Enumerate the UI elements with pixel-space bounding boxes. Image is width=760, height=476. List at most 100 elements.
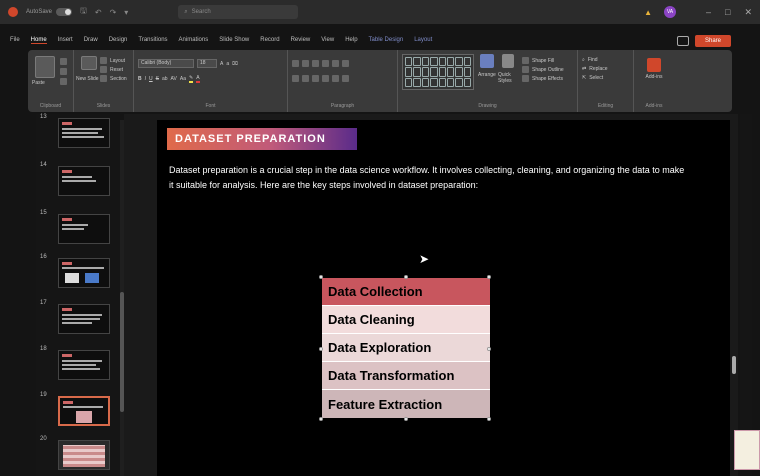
line-spacing-icon[interactable] xyxy=(332,60,339,67)
shape-fill-button[interactable]: Shape Fill xyxy=(522,57,564,64)
tab-table-design[interactable]: Table Design xyxy=(369,37,404,43)
add-ins-icon[interactable] xyxy=(647,58,661,72)
section-button[interactable]: Section xyxy=(100,75,127,82)
comments-icon[interactable] xyxy=(677,36,689,46)
save-icon[interactable]: 🖫 xyxy=(80,5,87,19)
search-box[interactable]: ⌕ Search xyxy=(178,5,299,19)
highlight-icon[interactable]: ✎ xyxy=(188,75,194,83)
bold-icon[interactable]: B xyxy=(138,76,142,82)
tab-slide-show[interactable]: Slide Show xyxy=(219,37,249,43)
resize-handle[interactable] xyxy=(319,417,323,421)
columns-icon[interactable] xyxy=(332,75,339,82)
autosave-toggle[interactable] xyxy=(56,8,73,16)
replace-button[interactable]: ⇄ Replace xyxy=(582,65,629,72)
tab-insert[interactable]: Insert xyxy=(58,37,73,43)
add-ins-button[interactable]: Add-ins xyxy=(638,74,670,80)
strikethrough-icon[interactable]: S xyxy=(156,76,159,82)
share-button[interactable]: Share xyxy=(695,35,731,47)
layout-button[interactable]: Layout xyxy=(100,57,127,64)
resize-handle[interactable] xyxy=(404,417,408,421)
quick-styles-button[interactable]: Quick Styles xyxy=(498,72,518,84)
slide-thumbnail-17[interactable]: 17 xyxy=(36,300,120,342)
steps-table[interactable]: Data Collection Data Cleaning Data Explo… xyxy=(319,275,491,421)
slide-thumbnail-19[interactable]: 19 xyxy=(36,392,120,434)
paste-icon[interactable] xyxy=(35,56,55,78)
shrink-font-icon[interactable]: a xyxy=(226,61,229,67)
align-left-icon[interactable] xyxy=(292,75,299,82)
editor-scrollbar-track[interactable] xyxy=(740,114,752,476)
resize-handle[interactable] xyxy=(487,275,491,279)
avatar[interactable]: VA xyxy=(664,6,676,18)
underline-icon[interactable]: U xyxy=(149,76,153,82)
find-button[interactable]: ⌕ Find xyxy=(582,56,629,63)
resize-handle[interactable] xyxy=(487,417,491,421)
slide-title-box[interactable]: DATASET PREPARATION xyxy=(167,128,357,150)
new-slide-icon[interactable] xyxy=(81,56,97,70)
customize-toolbar-icon[interactable]: ▾ xyxy=(124,8,128,17)
resize-handle[interactable] xyxy=(319,275,323,279)
decrease-indent-icon[interactable] xyxy=(312,60,319,67)
warning-icon[interactable]: ▲ xyxy=(644,8,652,17)
align-right-icon[interactable] xyxy=(312,75,319,82)
tab-help[interactable]: Help xyxy=(345,37,357,43)
tab-review[interactable]: Review xyxy=(291,37,311,43)
slide-thumbnail-15[interactable]: 15 xyxy=(36,210,120,252)
slide-canvas[interactable]: DATASET PREPARATION Dataset preparation … xyxy=(157,120,730,476)
table-row[interactable]: Data Transformation xyxy=(322,362,490,390)
justify-icon[interactable] xyxy=(322,75,329,82)
tab-layout[interactable]: Layout xyxy=(414,37,432,43)
maximize-icon[interactable]: □ xyxy=(725,7,730,17)
bullets-icon[interactable] xyxy=(292,60,299,67)
tab-view[interactable]: View xyxy=(321,37,334,43)
font-size-select[interactable]: 18 xyxy=(197,59,217,68)
tab-design[interactable]: Design xyxy=(109,37,128,43)
redo-icon[interactable]: ↷ xyxy=(110,8,117,17)
clear-formatting-icon[interactable]: ⌧ xyxy=(232,61,238,67)
close-icon[interactable]: ✕ xyxy=(744,7,752,18)
grow-font-icon[interactable]: A xyxy=(220,61,223,67)
shape-outline-button[interactable]: Shape Outline xyxy=(522,66,564,73)
tab-animations[interactable]: Animations xyxy=(179,37,209,43)
font-color-icon[interactable]: A xyxy=(196,75,200,83)
table-row[interactable]: Data Collection xyxy=(322,278,490,306)
align-text-icon[interactable] xyxy=(342,75,349,82)
format-painter-icon[interactable] xyxy=(60,78,67,85)
tab-transitions[interactable]: Transitions xyxy=(138,37,167,43)
resize-handle[interactable] xyxy=(487,347,491,351)
increase-indent-icon[interactable] xyxy=(322,60,329,67)
paste-button[interactable]: Paste xyxy=(32,80,45,86)
new-slide-button[interactable]: New Slide xyxy=(76,76,102,82)
tab-draw[interactable]: Draw xyxy=(84,37,98,43)
arrange-button[interactable]: Arrange xyxy=(478,72,496,78)
slide-thumbnail-16[interactable]: 16 xyxy=(36,254,120,296)
arrange-icon[interactable] xyxy=(480,54,494,68)
tab-home[interactable]: Home xyxy=(30,37,47,44)
resize-handle[interactable] xyxy=(404,275,408,279)
align-center-icon[interactable] xyxy=(302,75,309,82)
shapes-gallery[interactable] xyxy=(402,54,474,90)
slide-thumbnail-13[interactable]: 13 xyxy=(36,114,120,156)
table-row[interactable]: Feature Extraction xyxy=(322,390,490,418)
table-row[interactable]: Data Cleaning xyxy=(322,306,490,334)
slide-thumbnail-18[interactable]: 18 xyxy=(36,346,120,388)
slide-thumbnail-14[interactable]: 14 xyxy=(36,162,120,204)
select-button[interactable]: ⇱ Select xyxy=(582,74,629,81)
minimize-icon[interactable]: – xyxy=(706,7,711,17)
quick-styles-icon[interactable] xyxy=(502,54,514,68)
resize-handle[interactable] xyxy=(319,347,323,351)
text-direction-icon[interactable] xyxy=(342,60,349,67)
numbering-icon[interactable] xyxy=(302,60,309,67)
undo-icon[interactable]: ↶ xyxy=(95,8,102,17)
shadow-icon[interactable]: ab xyxy=(162,76,168,82)
shape-effects-button[interactable]: Shape Effects xyxy=(522,75,564,82)
italic-icon[interactable]: I xyxy=(145,76,146,82)
change-case-icon[interactable]: Aa xyxy=(180,76,186,82)
table-row[interactable]: Data Exploration xyxy=(322,334,490,362)
editor-scrollbar-thumb[interactable] xyxy=(732,356,736,374)
tab-record[interactable]: Record xyxy=(260,37,279,43)
reset-button[interactable]: Reset xyxy=(100,66,127,73)
slide-thumbnail-20[interactable]: 20 xyxy=(36,436,120,476)
copy-icon[interactable] xyxy=(60,68,67,75)
cut-icon[interactable] xyxy=(60,58,67,65)
font-name-select[interactable]: Calibri (Body) xyxy=(138,59,194,68)
